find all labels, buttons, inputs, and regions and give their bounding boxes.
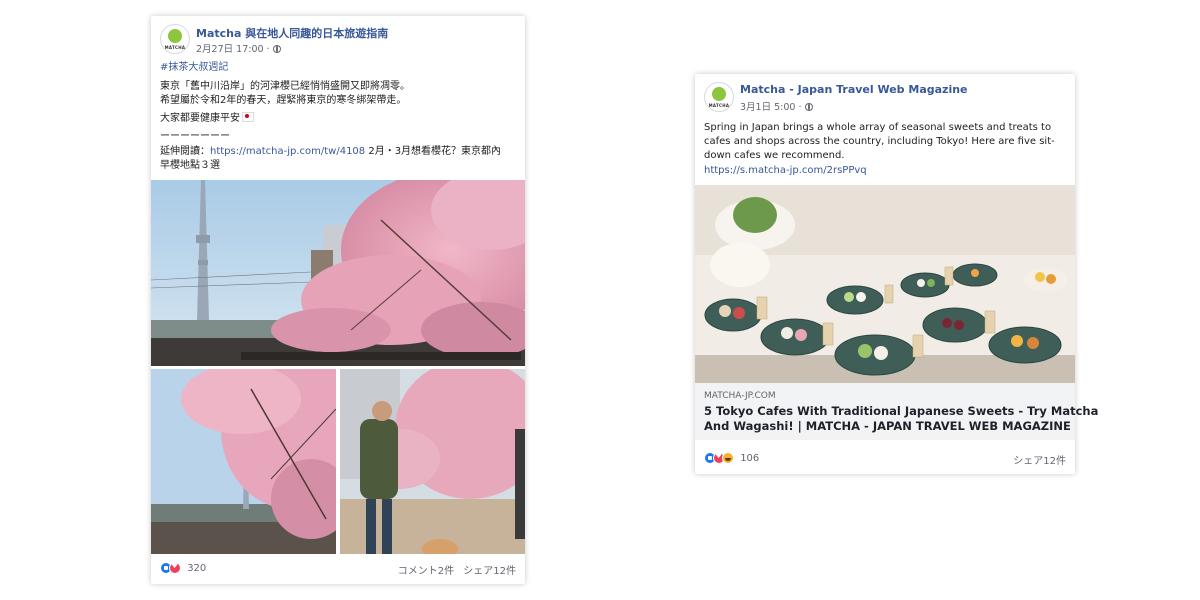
reaction-count: 320 [187, 563, 207, 574]
avatar-label: MATCHA [708, 103, 730, 108]
link-preview-image-wagashi[interactable] [695, 185, 1075, 383]
post-text-line: down cafes we recommend. [704, 150, 845, 161]
post-meta: 2月27日 17:00 · [196, 41, 281, 55]
photo-man-dog-sakura[interactable] [340, 369, 525, 554]
post-text-line: Spring in Japan brings a whole array of … [704, 122, 1052, 133]
avatar-logo-icon [168, 29, 182, 43]
read-more-line: 延伸閱讀：https://matcha-jp.com/tw/4108 2月・3月… [160, 144, 501, 159]
reactions-summary[interactable]: 320 [160, 561, 207, 574]
link-domain: MATCHA-JP.COM [704, 391, 776, 401]
link-preview-box[interactable]: MATCHA-JP.COM 5 Tokyo Cafes With Traditi… [695, 383, 1098, 440]
shares-count-link[interactable]: シェア12件 [1013, 452, 1066, 467]
photo-sakura-river[interactable] [151, 369, 336, 554]
post-text: 大家都要健康平安 [160, 113, 240, 124]
globe-icon [804, 103, 813, 111]
post-left: MATCHA Matcha 與在地人同趣的日本旅遊指南 2月27日 17:00 … [151, 16, 525, 584]
post-text-line: 大家都要健康平安 [160, 111, 254, 126]
avatar-logo-icon [712, 87, 726, 101]
comments-count-link[interactable]: コメント2件 [398, 566, 454, 577]
timestamp[interactable]: 3月1日 5:00 · [740, 102, 805, 113]
shares-count-link[interactable]: シェア12件 [463, 566, 516, 577]
page-name-link[interactable]: Matcha - Japan Travel Web Magazine [740, 83, 968, 96]
post-text-line: cafes and shops across the country, incl… [704, 136, 1055, 147]
page-avatar[interactable]: MATCHA [704, 82, 734, 112]
love-reaction-icon [169, 561, 181, 574]
reaction-count: 106 [740, 453, 760, 464]
japan-flag-icon [242, 112, 254, 122]
read-more-prefix: 延伸閱讀： [160, 146, 210, 157]
short-url-link[interactable]: https://s.matcha-jp.com/2rsPPvq [704, 163, 867, 178]
engagement-stats: コメント2件 シェア12件 [398, 562, 516, 577]
link-title-line: And Wagashi! | MATCHA - JAPAN TRAVEL WEB… [704, 419, 1071, 433]
page-name-link[interactable]: Matcha 與在地人同趣的日本旅遊指南 [196, 25, 388, 41]
post-text-line: 東京「舊中川沿岸」的河津櫻已經悄悄盛開又即將凋零。 [160, 81, 410, 92]
hashtag-link[interactable]: #抹茶大叔週記 [160, 60, 228, 75]
link-title: 5 Tokyo Cafes With Traditional Japanese … [704, 404, 1098, 434]
haha-reaction-icon [722, 452, 734, 464]
photo-skytree-sakura[interactable] [151, 180, 525, 366]
link-title-line: 5 Tokyo Cafes With Traditional Japanese … [704, 404, 1099, 418]
divider-text: ーーーーーーー [160, 131, 230, 142]
read-more-suffix: 2月・3月想看櫻花？東京都內 [365, 146, 502, 157]
post-right: MATCHA Matcha - Japan Travel Web Magazin… [695, 74, 1098, 474]
timestamp[interactable]: 2月27日 17:00 · [196, 44, 273, 55]
read-more-line2: 早櫻地點３選 [160, 160, 220, 171]
article-link[interactable]: https://matcha-jp.com/tw/4108 [210, 146, 365, 157]
post-meta: 3月1日 5:00 · [740, 99, 813, 113]
page-avatar[interactable]: MATCHA [160, 24, 190, 54]
globe-icon [272, 45, 281, 53]
post-text-line: 希望屬於令和2年的春天，趕緊將東京的寒冬綁架帶走。 [160, 95, 407, 106]
avatar-label: MATCHA [164, 45, 186, 50]
reactions-summary[interactable]: 106 [704, 451, 760, 464]
